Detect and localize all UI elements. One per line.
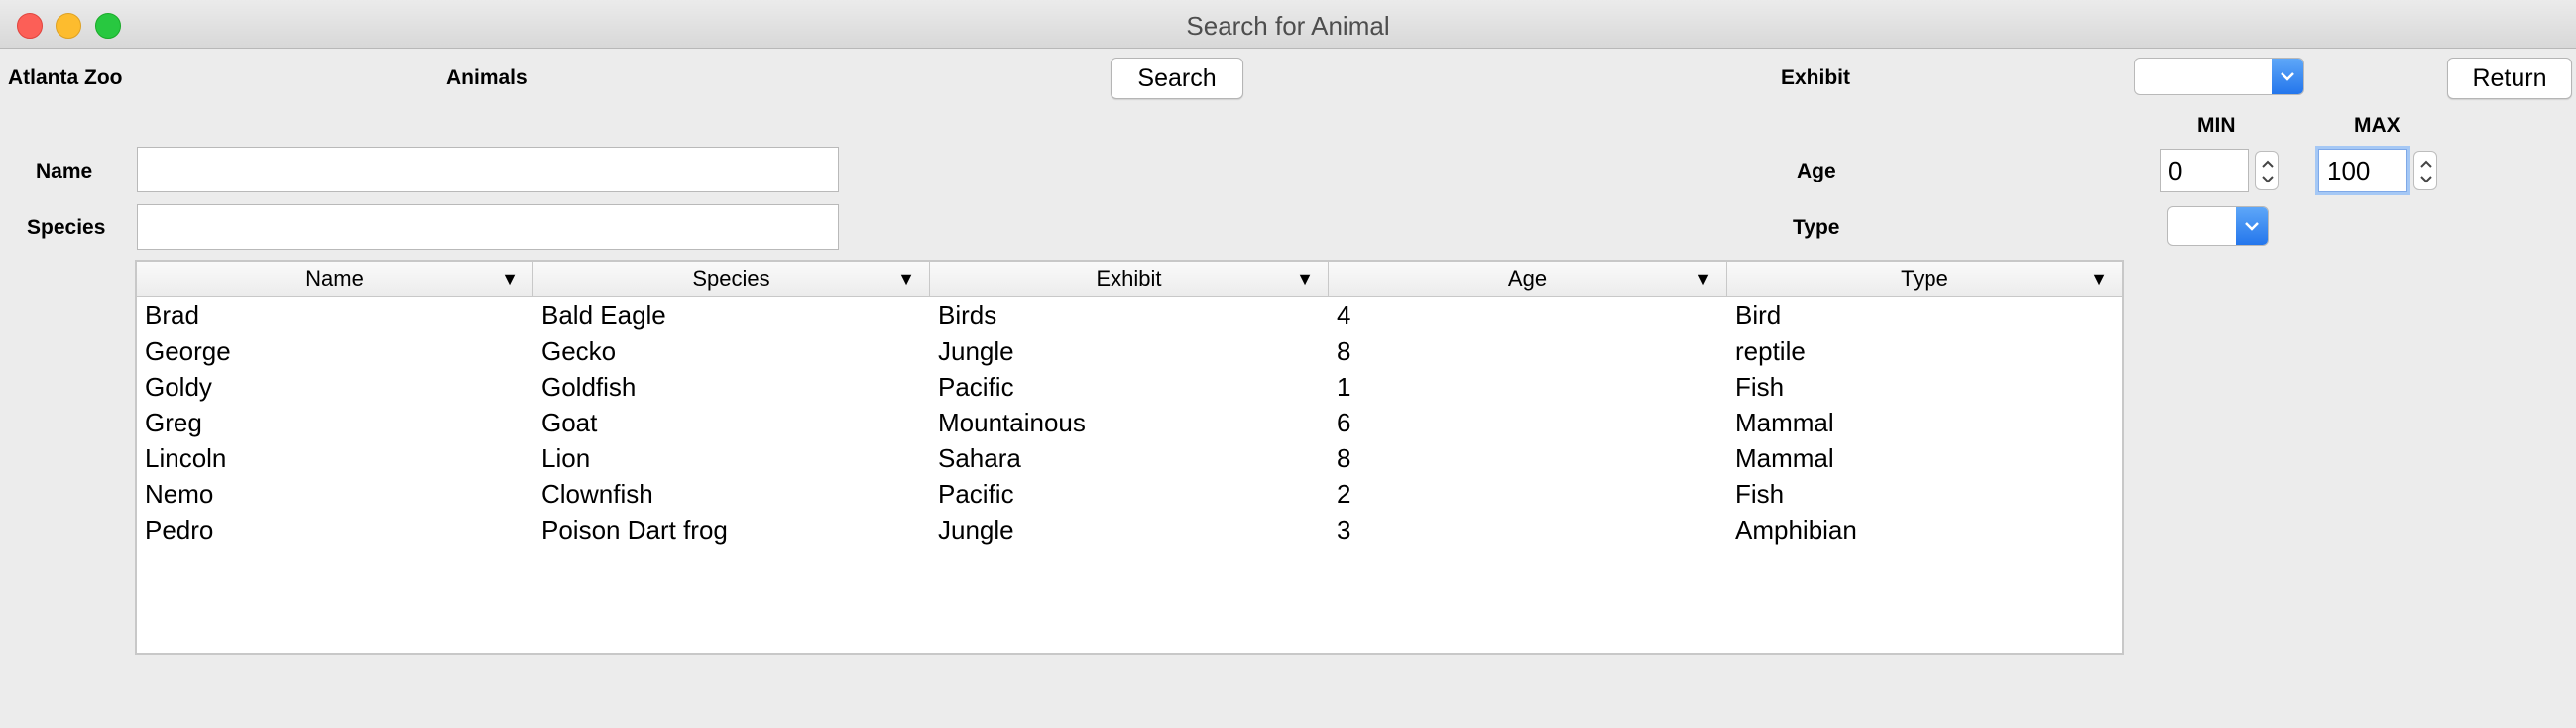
table-cell: Clownfish [541,479,653,509]
table-cell: Lion [541,443,591,473]
table-cell: Bird [1735,301,1782,330]
table-cell: 8 [1337,443,1351,473]
table-cell: Greg [145,408,202,437]
table-cell: Jungle [938,515,1014,545]
table-cell: Poison Dart frog [541,515,728,545]
app-name-label: Atlanta Zoo [8,66,123,89]
title-bar: Search for Animal [0,0,2576,49]
column-header-name[interactable]: Name ▼ [137,262,533,296]
column-header-type[interactable]: Type ▼ [1727,262,2122,296]
table-cell: George [145,336,231,366]
column-header-exhibit[interactable]: Exhibit ▼ [930,262,1329,296]
table-row[interactable]: Nemo Clownfish Pacific 2 Fish [137,476,2122,512]
animals-label: Animals [446,66,527,89]
table-cell: 6 [1337,408,1351,437]
column-header-age[interactable]: Age ▼ [1329,262,1727,296]
name-label: Name [36,160,93,182]
table-cell: 2 [1337,479,1351,509]
table-cell: Goldfish [541,372,637,402]
sort-down-icon: ▼ [1695,269,1712,289]
table-cell: 4 [1337,301,1351,330]
chevron-down-icon [2272,59,2303,94]
table-cell: Amphibian [1735,515,1857,545]
table-cell: 1 [1337,372,1351,402]
table-cell: Nemo [145,479,214,509]
type-label: Type [1793,216,1840,239]
table-row[interactable]: Brad Bald Eagle Birds 4 Bird [137,298,2122,333]
table-cell: Mountainous [938,408,1086,437]
table-header: Name ▼ Species ▼ Exhibit ▼ Age ▼ Type ▼ [137,262,2122,297]
type-dropdown[interactable] [2167,206,2269,246]
sort-down-icon: ▼ [501,269,519,289]
sort-down-icon: ▼ [2090,269,2108,289]
table-cell: Fish [1735,479,1785,509]
table-cell: 3 [1337,515,1351,545]
age-max-input[interactable] [2318,149,2407,192]
column-header-species[interactable]: Species ▼ [533,262,930,296]
table-row[interactable]: Goldy Goldfish Pacific 1 Fish [137,369,2122,405]
max-label: MAX [2354,114,2400,137]
search-button[interactable]: Search [1111,58,1243,99]
min-label: MIN [2197,114,2236,137]
species-label: Species [27,216,106,239]
table-cell: Goldy [145,372,212,402]
age-min-input[interactable] [2160,149,2249,192]
table-cell: Gecko [541,336,617,366]
exhibit-label: Exhibit [1781,66,1851,89]
table-cell: Mammal [1735,408,1834,437]
table-cell: Fish [1735,372,1785,402]
age-min-stepper[interactable] [2255,151,2279,190]
table-cell: Pedro [145,515,214,545]
table-row[interactable]: Lincoln Lion Sahara 8 Mammal [137,440,2122,476]
table-cell: Lincoln [145,443,227,473]
table-row[interactable]: Pedro Poison Dart frog Jungle 3 Amphibian [137,512,2122,547]
table-cell: Mammal [1735,443,1834,473]
table-row[interactable]: George Gecko Jungle 8 reptile [137,333,2122,369]
table-cell: Jungle [938,336,1014,366]
table-cell: Goat [541,408,598,437]
window-title: Search for Animal [1186,11,1390,41]
species-input[interactable] [137,204,839,250]
name-input[interactable] [137,147,839,192]
table-cell: Sahara [938,443,1021,473]
sort-down-icon: ▼ [1296,269,1314,289]
animals-table[interactable]: Name ▼ Species ▼ Exhibit ▼ Age ▼ Type ▼ … [135,260,2124,655]
search-animal-window: Search for Animal Atlanta Zoo Animals Se… [0,0,2576,728]
table-cell: reptile [1735,336,1806,366]
chevron-down-icon [2236,207,2268,245]
table-cell: Birds [938,301,997,330]
return-button[interactable]: Return [2447,58,2572,99]
table-row[interactable]: Greg Goat Mountainous 6 Mammal [137,405,2122,440]
age-max-stepper[interactable] [2413,151,2437,190]
table-cell: Brad [145,301,199,330]
table-cell: Pacific [938,479,1014,509]
table-cell: 8 [1337,336,1351,366]
sort-down-icon: ▼ [897,269,915,289]
table-cell: Pacific [938,372,1014,402]
age-label: Age [1797,160,1836,182]
exhibit-dropdown[interactable] [2134,58,2304,95]
table-cell: Bald Eagle [541,301,666,330]
